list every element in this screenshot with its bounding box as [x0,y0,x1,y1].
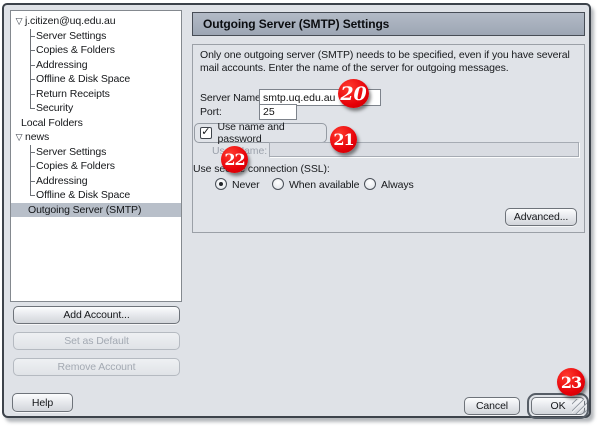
tree-item-label: Server Settings [36,30,106,42]
tree-item-label: Server Settings [36,146,106,158]
help-button[interactable]: Help [12,393,73,412]
annotation-badge-23: 23 [557,368,585,396]
tree-item-news-copies-folders[interactable]: Copies & Folders [11,159,181,174]
tree-item-label: Outgoing Server (SMTP) [28,204,141,216]
tree-item-local-folders[interactable]: Local Folders [11,116,181,131]
description-text: Only one outgoing server (SMTP) needs to… [200,49,584,75]
remove-account-button: Remove Account [13,358,180,376]
panel-title: Outgoing Server (SMTP) Settings [192,12,585,36]
cancel-button[interactable]: Cancel [464,397,520,415]
ssl-when-available-radio[interactable] [272,178,284,190]
page: { "colors": { "dialog_bg": "#dfe2e7", "h… [0,0,600,429]
tree-item-news-server-settings[interactable]: Server Settings [11,145,181,160]
disclosure-triangle-icon[interactable]: ▽ [13,130,25,145]
add-account-button[interactable]: Add Account... [13,306,180,324]
panel-title-text: Outgoing Server (SMTP) Settings [203,17,389,31]
set-as-default-button: Set as Default [13,332,180,350]
tree-item-label: news [25,131,49,143]
user-name-input [269,142,579,157]
ssl-always-radio[interactable] [364,178,376,190]
account-settings-dialog: ▽ j.citizen@uq.edu.au Server Settings Co… [2,3,591,418]
tree-item-label: Copies & Folders [36,44,115,56]
advanced-button[interactable]: Advanced... [505,208,577,226]
ssl-always-label: Always [381,178,414,192]
tree-item-news-addressing[interactable]: Addressing [11,174,181,189]
tree-item-label: Addressing [36,175,88,187]
tree-item-server-settings[interactable]: Server Settings [11,29,181,44]
annotation-badge-22: 22 [221,146,248,173]
tree-item-news-offline-disk-space[interactable]: Offline & Disk Space [11,188,181,203]
disclosure-triangle-icon[interactable]: ▽ [13,14,25,29]
tree-item-label: Offline & Disk Space [36,73,130,85]
account-tree: ▽ j.citizen@uq.edu.au Server Settings Co… [10,10,182,302]
tree-item-label: Offline & Disk Space [36,189,130,201]
use-name-password-group: ✓ Use name and password [194,123,327,143]
resize-grip-icon[interactable] [572,399,587,414]
tree-item-offline-disk-space[interactable]: Offline & Disk Space [11,72,181,87]
ssl-when-available-label: When available [289,178,359,192]
tree-item-label: Copies & Folders [36,160,115,172]
tree-item-news[interactable]: ▽ news [11,130,181,145]
ssl-never-label: Never [232,178,260,192]
tree-item-account[interactable]: ▽ j.citizen@uq.edu.au [11,14,181,29]
port-input[interactable] [259,104,297,120]
tree-item-label: Addressing [36,59,88,71]
tree-item-security[interactable]: Security [11,101,181,116]
annotation-badge-20: 20 [338,79,369,108]
tree-item-return-receipts[interactable]: Return Receipts [11,87,181,102]
tree-item-copies-folders[interactable]: Copies & Folders [11,43,181,58]
annotation-badge-21: 21 [330,126,357,153]
ssl-label: Use secure connection (SSL): [193,162,330,176]
tree-item-label: Return Receipts [36,88,110,100]
port-label: Port: [200,105,222,119]
use-name-password-checkbox[interactable]: ✓ [200,127,212,139]
ssl-never-radio[interactable] [215,178,227,190]
server-name-label: Server Name: [200,91,264,105]
tree-item-label: Local Folders [21,117,83,129]
tree-item-label: Security [36,102,73,114]
tree-item-label: j.citizen@uq.edu.au [25,15,115,27]
tree-item-addressing[interactable]: Addressing [11,58,181,73]
tree-item-outgoing-server-smtp[interactable]: Outgoing Server (SMTP) [11,203,181,218]
